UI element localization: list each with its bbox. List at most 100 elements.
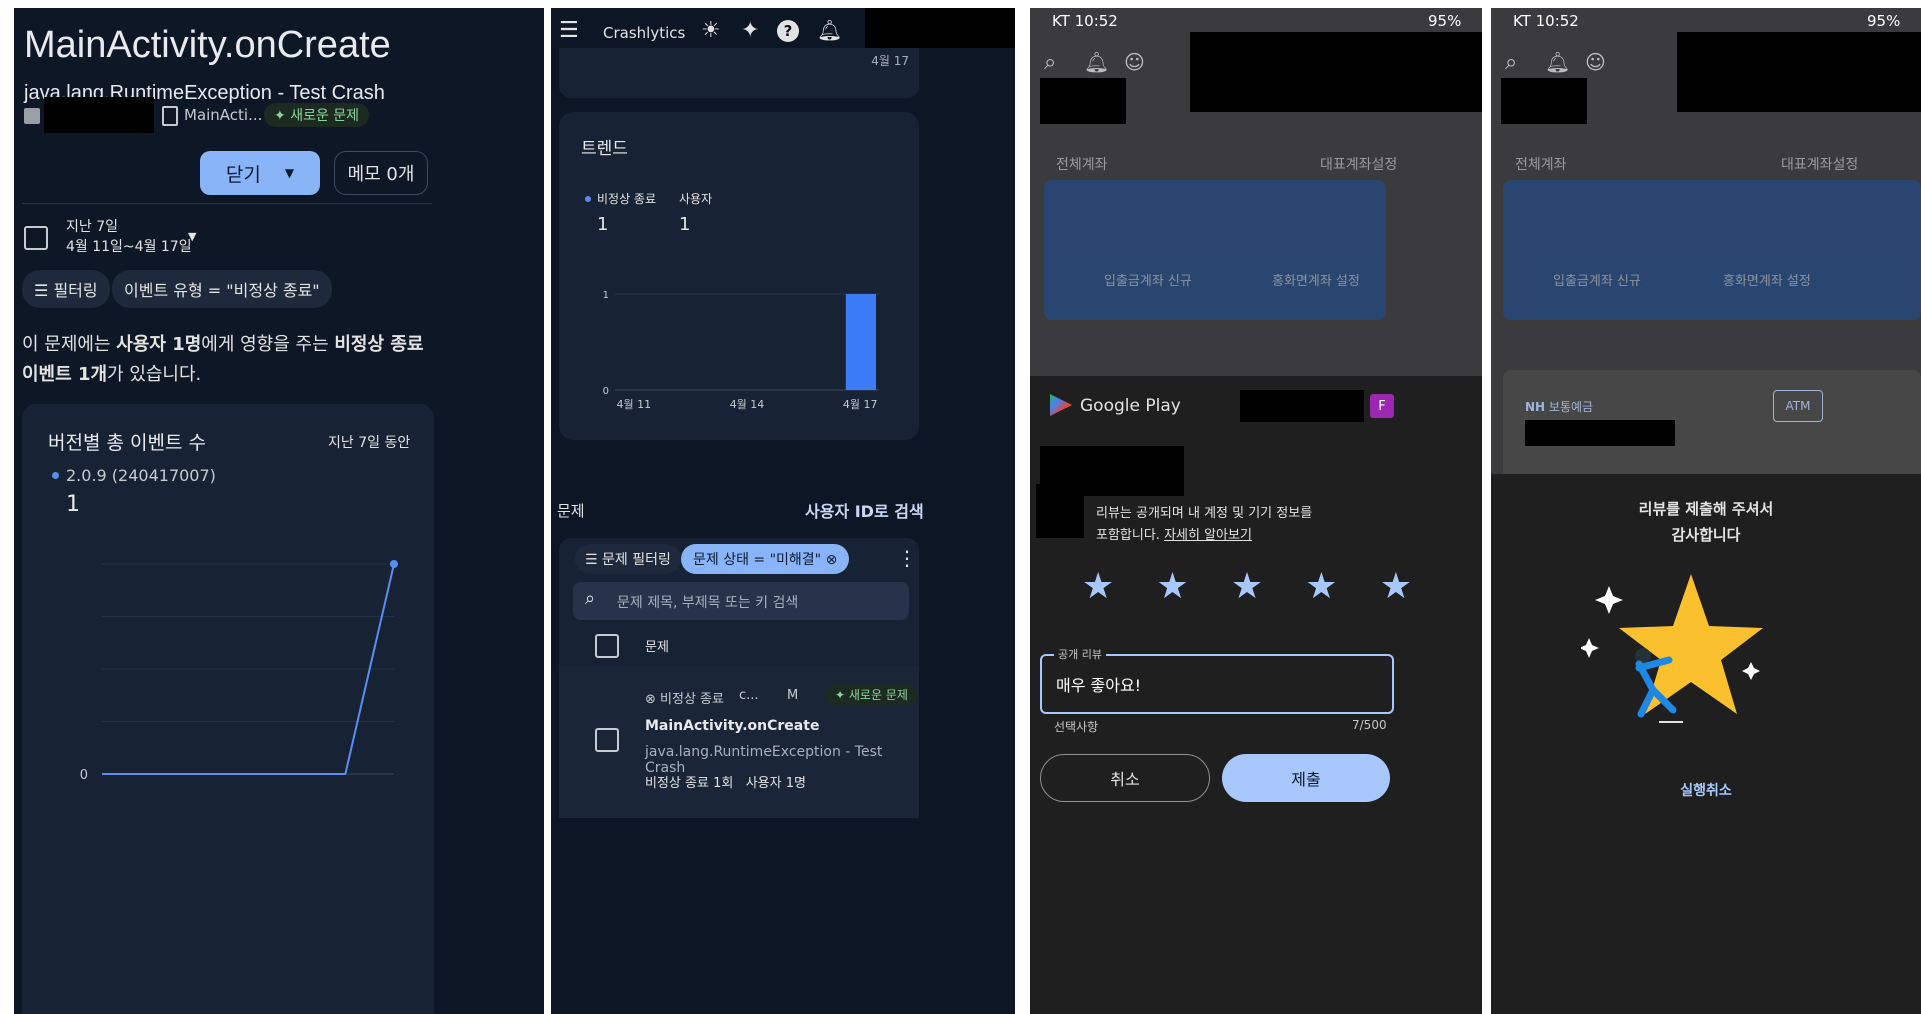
chevron-down-icon[interactable]: ▼ [285,166,294,180]
events-by-version-card: 버전별 총 이벤트 수 지난 7일 동안 2.0.9 (240417007) 1… [22,404,434,1014]
help-icon[interactable]: ? [777,20,799,42]
sparkle-icon[interactable]: ✦ [741,18,759,43]
cancel-button[interactable]: 취소 [1040,754,1210,802]
column-issue: 문제 [645,640,669,655]
atm-button[interactable]: ATM [1773,390,1823,422]
star-rating[interactable]: ★ ★ ★ ★ ★ [1082,566,1412,607]
avatar[interactable]: F [1370,394,1394,418]
all-accounts-link[interactable]: 전체계좌 [1515,154,1567,174]
issues-card: ☰ 문제 필터링 문제 상태 = "미해결" ⊗ ⋮ ⌕ 문제 제목, 부제목 … [559,538,919,818]
legend-dot [52,472,59,479]
search-icon[interactable]: ⌕ [1505,50,1517,75]
public-review-field[interactable]: 공개 리뷰 매우 좋아요! [1040,646,1394,714]
x-tick-label: 4월 11 [617,398,652,411]
learn-more-link[interactable]: 자세히 알아보기 [1164,528,1252,543]
file-label[interactable]: MainActi... [184,106,262,124]
issue-filter-chip[interactable]: ☰ 문제 필터링 [575,544,681,574]
summary-suffix: 가 있습니다. [107,364,202,385]
submit-button[interactable]: 제출 [1222,754,1390,802]
version-count: 1 [66,492,80,517]
legend-crash: 비정상 종료 [597,192,657,206]
main-account-setting[interactable]: 대표계좌설정 [1320,154,1397,174]
date-range-value[interactable]: 4월 11일~4월 17일 [66,236,192,256]
theme-sun-icon[interactable]: ☀ [701,18,721,43]
new-issue-badge: ✦ 새로운 문제 [825,684,918,705]
data-point [390,560,398,568]
star-icon[interactable]: ★ [1231,566,1263,607]
crash-count: 1 [597,214,609,235]
search-icon[interactable]: ⌕ [1044,50,1056,75]
summary-mid: 에게 영향을 주는 [201,334,335,355]
legend-dot [585,196,591,202]
battery-level: 95% [1428,12,1462,30]
review-thanks-panel: KT 10:52 95% ⌕ 🔔︎ ☺ 전체계좌 대표계좌설정 입출금계좌 신규… [1491,8,1921,1014]
trend-title: 트렌드 [581,139,628,159]
tile-open-account[interactable]: 입출금계좌 신규 [1553,270,1641,289]
review-notice-2: 포함합니다. 자세히 알아보기 [1096,524,1252,543]
select-all-checkbox[interactable] [595,634,619,658]
account-card[interactable]: NH 보통예금 ATM [1503,370,1921,480]
chevron-down-icon[interactable]: ▼ [188,230,196,243]
menu-icon[interactable]: ☰ [559,18,579,43]
robot-icon[interactable]: ☺ [1585,50,1606,74]
search-by-user-link[interactable]: 사용자 ID로 검색 [805,498,924,522]
star-illustration [1581,574,1763,723]
redacted-block [1240,390,1364,422]
review-sheet: Google Play F 리뷰는 공개되며 내 계정 및 기기 정보를 포함합… [1030,376,1482,1014]
issue-row[interactable]: ⊗ 비정상 종료 c... M ✦ 새로운 문제 MainActivity.on… [559,666,919,818]
date-range-title: 지난 7일 [66,219,118,235]
close-issue-button[interactable]: 닫기 ▼ [200,151,320,195]
tile-home-account[interactable]: 홍화면계좌 설정 [1272,270,1360,289]
star-icon[interactable]: ★ [1156,566,1188,607]
divider [22,203,432,204]
filter-chip[interactable]: ☰ 필터링 [22,270,110,308]
issue-file-1: c... [739,688,759,703]
new-issue-badge: ✦ 새로운 문제 [264,103,370,127]
issue-summary: 이 문제에는 사용자 1명에게 영향을 주는 비정상 종료 이벤트 1개가 있습… [22,330,432,390]
robot-icon[interactable]: ☺ [1124,50,1145,74]
card-title: 버전별 총 이벤트 수 [48,432,206,454]
tile-open-account[interactable]: 입출금계좌 신규 [1104,270,1192,289]
all-accounts-link[interactable]: 전체계좌 [1056,154,1108,174]
account-type: NH 보통예금 [1525,398,1593,415]
crashlytics-list-panel: ☰ Crashlytics ☀ ✦ ? 🔔︎ ⋮ 4월 17 트렌드 비정상 종… [551,8,1015,1014]
more-vert-icon[interactable]: ⋮ [897,546,917,570]
account-tiles: 입출금계좌 신규 홍화면계좌 설정 [1503,180,1921,320]
issue-title: MainActivity.onCreate [24,24,391,66]
events-line-chart: 0 [80,560,398,783]
issue-status-chip[interactable]: 문제 상태 = "미해결" ⊗ [681,544,850,574]
battery-level: 95% [1867,12,1901,30]
issue-file-2: M [787,688,799,703]
issue-type-label: 비정상 종료 [660,692,724,707]
user-count: 1 [679,214,691,235]
review-notice-text: 포함합니다. [1096,528,1160,543]
memo-button[interactable]: 메모 0개 [334,151,428,195]
account-type-label: 보통예금 [1548,400,1594,414]
thanks-line-1: 리뷰를 제출해 주셔서 [1638,500,1774,518]
x-tick-label: 4월 17 [843,398,878,411]
calendar-icon[interactable] [24,226,48,250]
new-issue-badge-label: 새로운 문제 [290,108,360,124]
undo-button[interactable]: 실행취소 [1491,780,1921,800]
star-icon[interactable]: ★ [1082,566,1114,607]
tile-home-account[interactable]: 홍화면계좌 설정 [1723,270,1811,289]
close-circle-icon[interactable]: ⊗ [826,552,838,568]
row-checkbox[interactable] [595,728,619,752]
close-issue-label: 닫기 [225,163,261,186]
bell-icon[interactable]: 🔔︎ [817,18,842,42]
main-account-setting[interactable]: 대표계좌설정 [1781,154,1858,174]
filter-icon: ☰ [585,552,603,568]
card-period: 지난 7일 동안 [328,435,411,451]
bell-icon[interactable]: 🔔︎ [1545,50,1570,74]
status-time: KT 10:52 [1513,12,1579,30]
legend-users: 사용자 [679,192,713,206]
star-icon[interactable]: ★ [1380,566,1412,607]
redacted-block [1190,32,1482,112]
event-type-chip[interactable]: 이벤트 유형 = "비정상 종료" [112,270,332,308]
row-title[interactable]: MainActivity.onCreate [645,718,819,734]
bell-icon[interactable]: 🔔︎ [1084,50,1109,74]
redacted-block [1525,420,1675,446]
thanks-line-2: 감사합니다 [1671,526,1741,544]
issue-search-input[interactable]: ⌕ 문제 제목, 부제목 또는 키 검색 [573,582,909,620]
star-icon[interactable]: ★ [1305,566,1337,607]
